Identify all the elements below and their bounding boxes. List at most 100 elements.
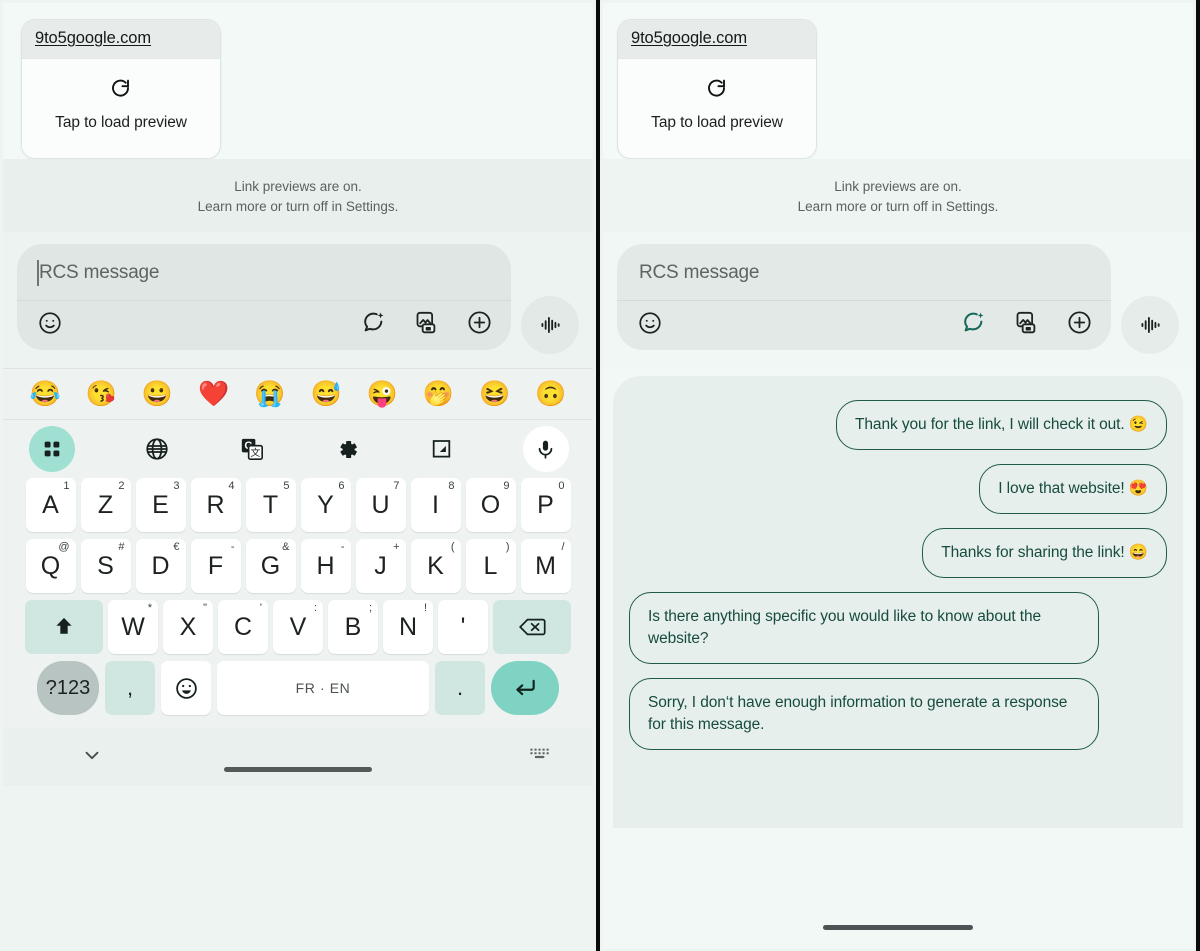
voice-waveform-icon[interactable] [1121, 296, 1179, 355]
notice-line-2[interactable]: Learn more or turn off in Settings. [603, 197, 1193, 217]
emoji-icon[interactable] [37, 310, 63, 336]
message-input[interactable]: RCS message [617, 244, 1111, 300]
key-sup: 4 [228, 480, 235, 493]
plus-icon[interactable] [1066, 309, 1093, 336]
emoji-icon[interactable] [637, 310, 663, 336]
emoji-suggestion[interactable]: 😜 [367, 381, 398, 407]
link-preview-body[interactable]: Tap to load preview [22, 58, 220, 158]
symbols-key[interactable]: ?123 [37, 661, 99, 716]
gallery-icon[interactable] [1013, 309, 1040, 336]
key-a[interactable]: 1A [25, 478, 76, 533]
key-i[interactable]: 8I [410, 478, 461, 533]
emoji-suggestion[interactable]: ❤️ [198, 381, 229, 407]
key-s[interactable]: # S [80, 539, 131, 594]
suggested-reply-bubble[interactable]: Sorry, I don‘t have enough information t… [629, 678, 1099, 751]
keyboard-row-3: * W " X ' C :V ; B ! N ' [7, 600, 589, 655]
key-p[interactable]: 0P [520, 478, 571, 533]
refresh-icon [32, 77, 210, 106]
key-b[interactable]: ; B [328, 600, 378, 655]
emoji-key-icon[interactable] [161, 661, 211, 716]
key-n[interactable]: ! N [383, 600, 433, 655]
gear-icon[interactable] [335, 437, 360, 462]
voice-waveform-icon[interactable] [521, 296, 579, 355]
emoji-suggestion[interactable]: 😘 [86, 381, 117, 407]
space-key[interactable]: FR · EN [217, 661, 429, 716]
shift-icon[interactable] [25, 600, 103, 655]
home-indicator [224, 767, 372, 773]
period-key[interactable]: . [435, 661, 485, 716]
keyboard-row-1: 1A 2Z 3E 4R 5T 6Y 7U 8I 9O 0P [7, 478, 589, 533]
key-f[interactable]: -F [190, 539, 241, 594]
key-m[interactable]: / M [520, 539, 571, 594]
key-x[interactable]: " X [163, 600, 213, 655]
key-apostrophe[interactable]: ' [438, 600, 488, 655]
emoji-suggestion[interactable]: 😀 [142, 381, 173, 407]
key-j[interactable]: + J [355, 539, 406, 594]
key-l[interactable]: ) L [465, 539, 516, 594]
home-indicator [823, 925, 973, 930]
keyboard-row-4: ?123 , FR · EN . [7, 661, 589, 716]
suggested-reply-bubble[interactable]: I love that website! 😍 [979, 464, 1167, 515]
link-preview-card[interactable]: 9to5google.com Tap to load preview [21, 19, 221, 159]
composer-actions [17, 300, 511, 350]
emoji-suggestion[interactable]: 😭 [254, 381, 285, 407]
key-t[interactable]: 5T [245, 478, 296, 533]
link-preview-cta: Tap to load preview [55, 114, 187, 131]
key-k[interactable]: (K [410, 539, 461, 594]
handwriting-icon[interactable] [429, 437, 454, 462]
emoji-suggestion[interactable]: 😆 [479, 381, 510, 407]
key-q[interactable]: @ Q [25, 539, 76, 594]
link-preview-body[interactable]: Tap to load preview [618, 58, 816, 158]
gallery-icon[interactable] [413, 309, 440, 336]
key-d[interactable]: € D [135, 539, 186, 594]
key-e[interactable]: 3E [135, 478, 186, 533]
key-r[interactable]: 4R [190, 478, 241, 533]
translate-icon[interactable]: G 文 [239, 436, 265, 462]
plus-icon[interactable] [466, 309, 493, 336]
key-c[interactable]: ' C [218, 600, 268, 655]
link-preview-url[interactable]: 9to5google.com [35, 29, 151, 47]
suggested-reply-bubble[interactable]: Is there anything specific you would lik… [629, 592, 1099, 665]
key-y[interactable]: 6Y [300, 478, 351, 533]
chevron-down-icon[interactable] [81, 744, 103, 771]
apps-grid-icon[interactable] [29, 426, 75, 473]
suggested-reply-bubble[interactable]: Thanks for sharing the link! 😄 [922, 528, 1167, 579]
microphone-icon[interactable] [522, 426, 569, 473]
composer-actions [617, 300, 1111, 350]
notice-line-2[interactable]: Learn more or turn off in Settings. [3, 197, 593, 217]
key-label: F [207, 551, 224, 580]
key-label: A [42, 490, 59, 519]
emoji-suggestion[interactable]: 😂 [30, 381, 61, 407]
key-w[interactable]: * W [108, 600, 158, 655]
emoji-suggestion-strip[interactable]: 😂 😘 😀 ❤️ 😭 😅 😜 🤭 😆 🙃 [3, 368, 593, 421]
comma-key[interactable]: , [105, 661, 155, 716]
key-label: H [316, 551, 335, 580]
backspace-icon[interactable] [493, 600, 571, 655]
magic-reply-icon[interactable] [960, 309, 987, 336]
link-preview-url[interactable]: 9to5google.com [631, 29, 747, 47]
suggested-reply-bubble[interactable]: Thank you for the link, I will check it … [836, 400, 1167, 451]
key-g[interactable]: & G [245, 539, 296, 594]
virtual-keyboard: 1A 2Z 3E 4R 5T 6Y 7U 8I 9O 0P @ Q # S € D -… [3, 478, 593, 729]
globe-icon[interactable] [144, 436, 170, 462]
composer-box[interactable]: RCS message [17, 244, 511, 351]
composer-box[interactable]: RCS message [617, 244, 1111, 351]
key-z[interactable]: 2Z [80, 478, 131, 533]
magic-reply-icon[interactable] [360, 309, 387, 336]
key-o[interactable]: 9O [465, 478, 516, 533]
emoji-suggestion[interactable]: 😅 [310, 381, 341, 407]
left-phone-panel: 9to5google.com Tap to load preview Link … [0, 0, 600, 951]
key-h[interactable]: -H [300, 539, 351, 594]
emoji-suggestion[interactable]: 🙃 [535, 381, 566, 407]
key-label: I [432, 490, 439, 519]
key-u[interactable]: 7U [355, 478, 406, 533]
notice-line-1: Link previews are on. [834, 179, 962, 194]
message-input[interactable]: RCS message [17, 244, 511, 300]
keyboard-icon[interactable] [529, 746, 551, 769]
enter-icon[interactable] [491, 661, 559, 716]
link-preview-card[interactable]: 9to5google.com Tap to load preview [617, 19, 817, 159]
key-sup: 9 [503, 480, 510, 493]
key-label: K [427, 551, 444, 580]
key-v[interactable]: :V [273, 600, 323, 655]
emoji-suggestion[interactable]: 🤭 [423, 381, 454, 407]
